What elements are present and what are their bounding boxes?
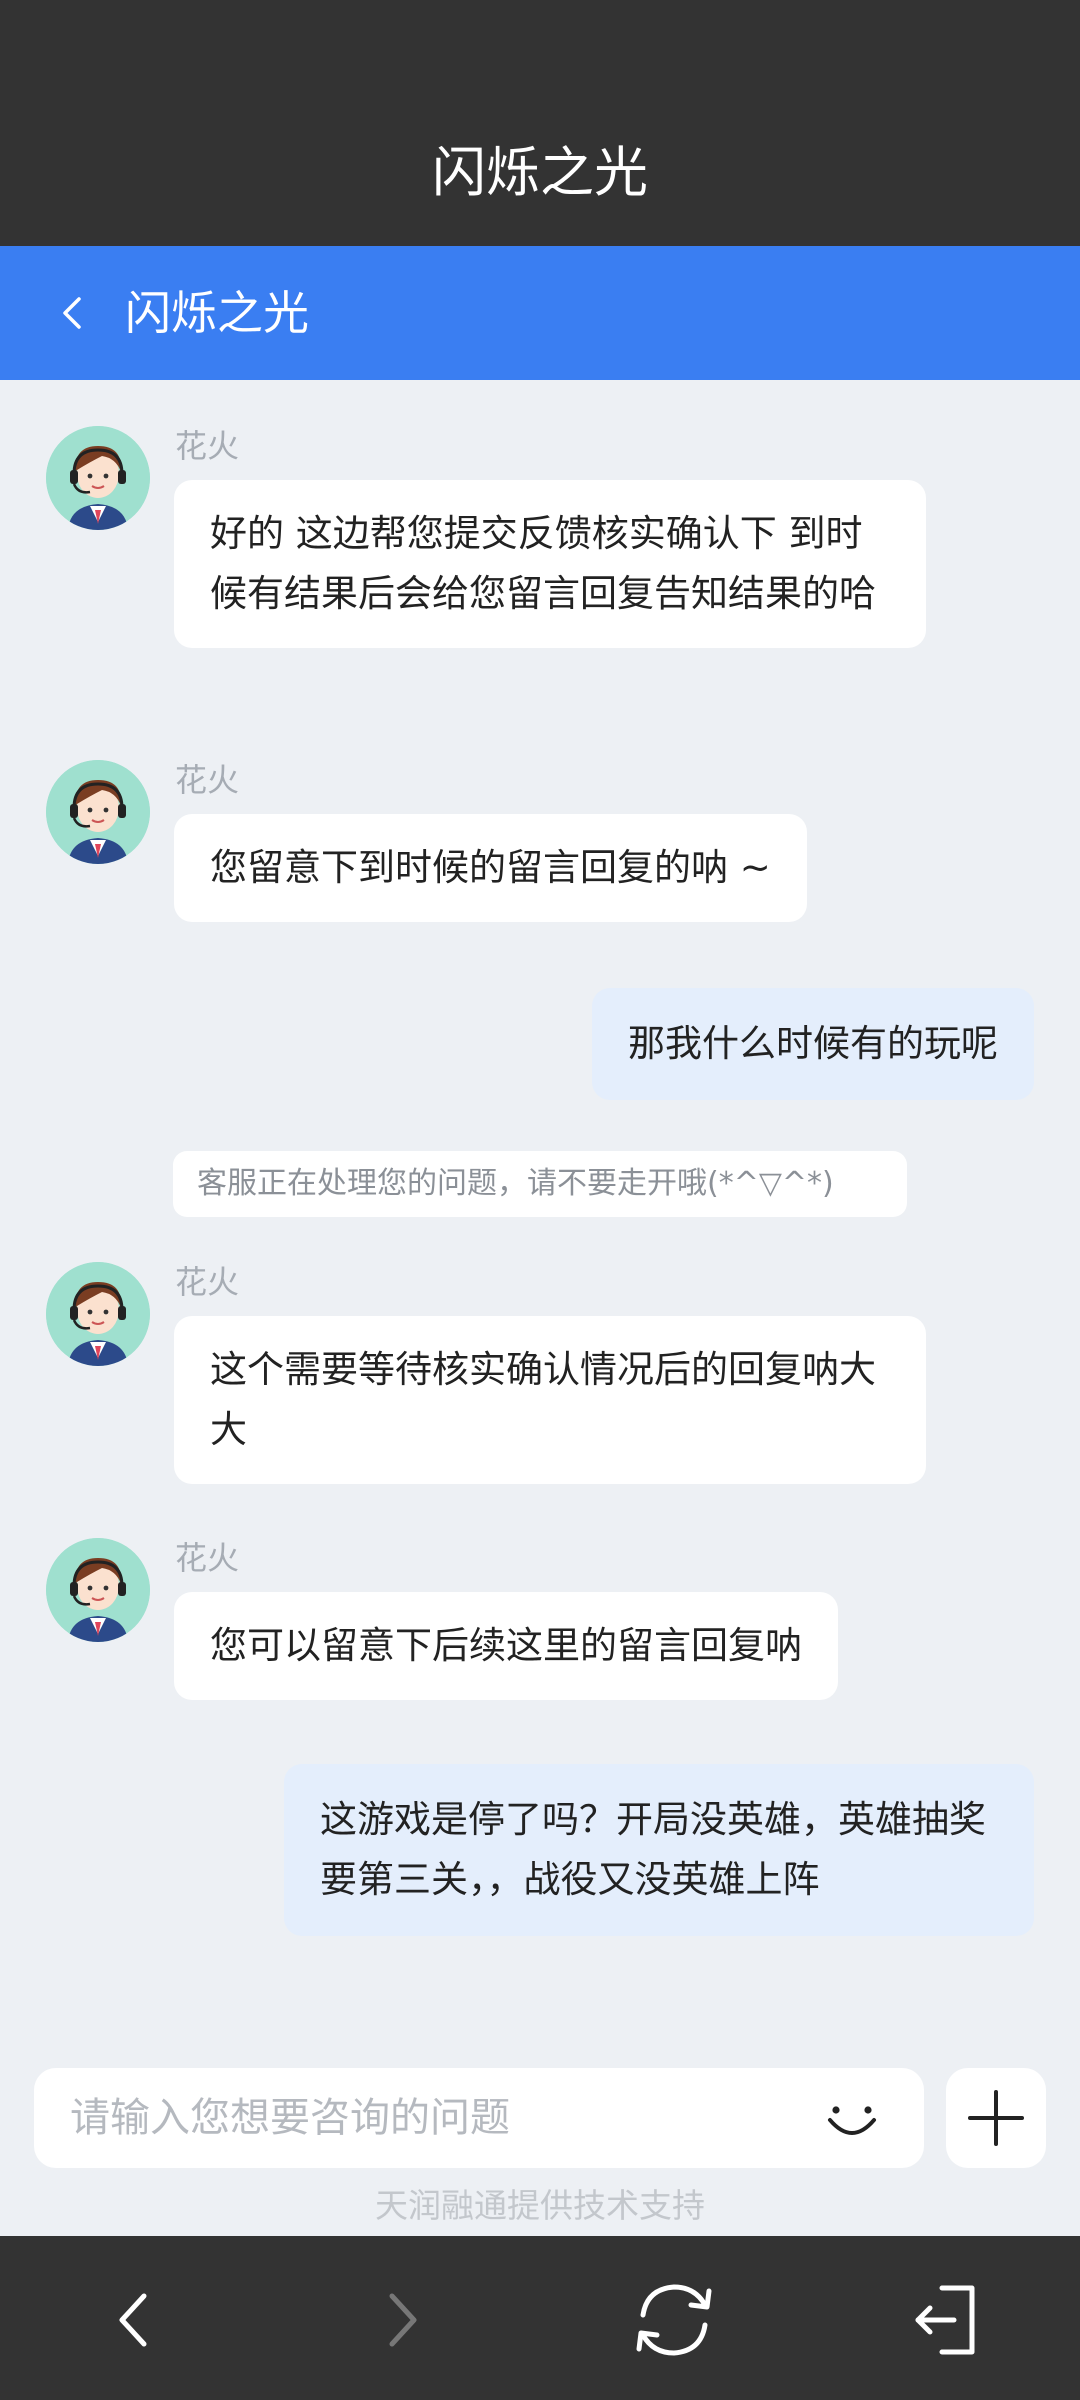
sender-name: 花火 [175, 1263, 240, 1301]
exit-button[interactable] [900, 2274, 992, 2366]
agent-message-bubble: 您留意下到时候的留言回复的呐 ~ [174, 814, 807, 922]
user-message-bubble: 这游戏是停了吗？开局没英雄，英雄抽奖要第三关，，战役又没英雄上阵 [284, 1764, 1034, 1936]
agent-avatar [46, 1262, 150, 1366]
browser-forward-icon [389, 2293, 417, 2347]
nav-title: 闪烁之光 [125, 286, 309, 340]
app-title: 闪烁之光 [432, 141, 648, 204]
sender-name: 花火 [175, 761, 240, 799]
agent-message-bubble: 这个需要等待核实确认情况后的回复呐大大 [174, 1316, 926, 1484]
agent-message-bubble: 您可以留意下后续这里的留言回复呐 [174, 1592, 838, 1700]
top-bar: 闪烁之光 [0, 0, 1080, 246]
emoji-button[interactable] [820, 2086, 884, 2150]
bottom-toolbar [0, 2236, 1080, 2400]
browser-back-icon [119, 2293, 147, 2347]
tech-support-text: 天润融通提供技术支持 [375, 2186, 705, 2225]
plus-icon [968, 2090, 1024, 2146]
avatar-icon [46, 426, 150, 530]
back-arrow-icon [63, 297, 81, 329]
agent-avatar [46, 1538, 150, 1642]
back-button[interactable] [40, 280, 106, 346]
avatar-icon [46, 1538, 150, 1642]
sender-name: 花火 [175, 427, 240, 465]
agent-avatar [46, 760, 150, 864]
agent-message-bubble: 好的 这边帮您提交反馈核实确认下 到时候有结果后会给您留言回复告知结果的哈 [174, 480, 926, 648]
browser-forward-button[interactable] [356, 2274, 448, 2366]
chat-area[interactable]: 花火 好的 这边帮您提交反馈核实确认下 到时候有结果后会给您留言回复告知结果的哈… [0, 380, 1080, 2070]
agent-avatar [46, 426, 150, 530]
sender-name: 花火 [175, 1539, 240, 1577]
refresh-button[interactable] [628, 2274, 720, 2366]
avatar-icon [46, 760, 150, 864]
emoji-icon [828, 2106, 876, 2135]
refresh-icon [636, 2284, 712, 2356]
nav-bar: 闪烁之光 [0, 246, 1080, 380]
browser-back-button[interactable] [88, 2274, 180, 2366]
avatar-icon [46, 1262, 150, 1366]
system-notice: 客服正在处理您的问题，请不要走开哦(*^▽^*) [173, 1151, 907, 1217]
user-message-bubble: 那我什么时候有的玩呢 [592, 988, 1034, 1100]
message-input[interactable] [70, 2068, 810, 2168]
more-options-button[interactable] [946, 2068, 1046, 2168]
message-input-container [34, 2068, 924, 2168]
exit-icon [915, 2285, 975, 2355]
